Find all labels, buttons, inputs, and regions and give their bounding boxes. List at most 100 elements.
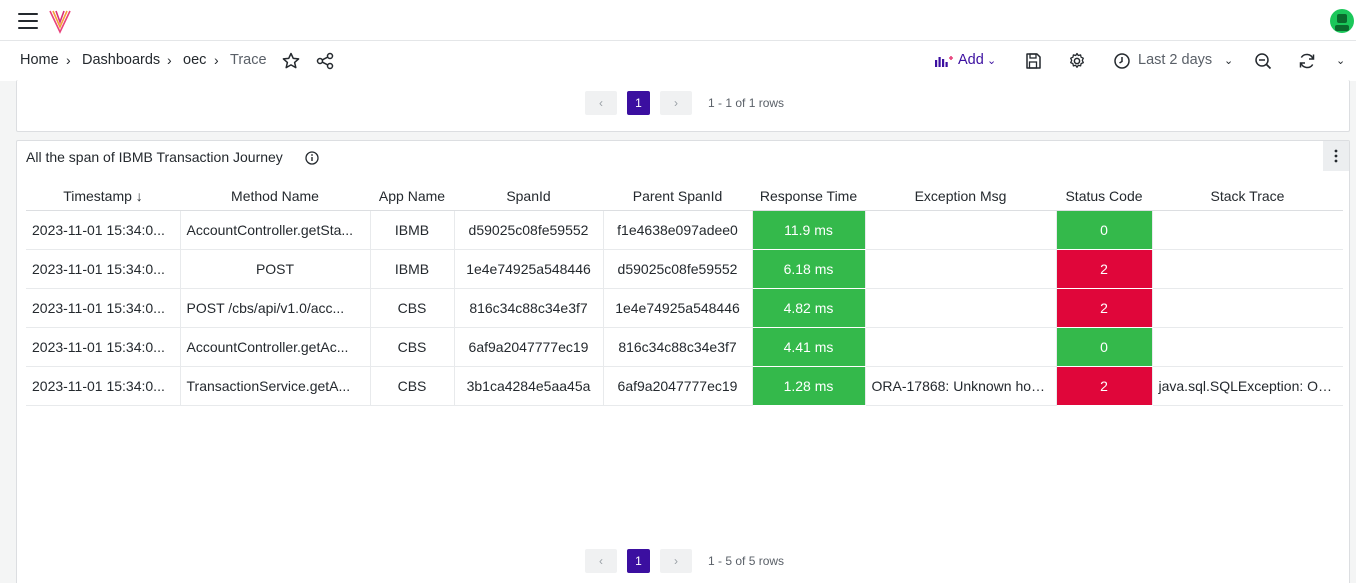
- parent-span-id-cell: 816c34c88c34e3f7: [603, 327, 753, 367]
- method-cell: TransactionService.getA...: [180, 366, 371, 406]
- timestamp-cell: 2023-11-01 15:34:0...: [26, 210, 181, 250]
- sort-arrow-icon: ↓: [135, 187, 143, 204]
- add-button[interactable]: Add: [958, 52, 984, 68]
- gear-icon[interactable]: [1067, 51, 1087, 71]
- trace-table: Timestamp ↓ Method Name App Name SpanId …: [26, 182, 1343, 406]
- status-code-cell: 2: [1056, 366, 1153, 406]
- table-row: 2023-11-01 15:34:0... TransactionService…: [26, 366, 1343, 406]
- logo-icon[interactable]: [48, 8, 72, 34]
- parent-span-id-cell: d59025c08fe59552: [603, 249, 753, 289]
- app-cell: CBS: [370, 366, 455, 406]
- breadcrumb-current: Trace: [230, 52, 267, 68]
- stack-trace-cell: [1152, 210, 1343, 250]
- stack-trace-cell: java.sql.SQLException: OR...: [1152, 366, 1343, 406]
- app-cell: IBMB: [370, 210, 455, 250]
- status-code-cell: 2: [1056, 249, 1153, 289]
- stack-trace-cell: [1152, 288, 1343, 328]
- status-code-cell: 0: [1056, 210, 1153, 250]
- span-id-cell: 3b1ca4284e5aa45a: [454, 366, 604, 406]
- method-cell: POST: [180, 249, 371, 289]
- chevron-right-icon: ›: [214, 52, 219, 68]
- breadcrumb-folder[interactable]: oec: [183, 52, 206, 68]
- status-code-cell: 0: [1056, 327, 1153, 367]
- timestamp-cell: 2023-11-01 15:34:0...: [26, 288, 181, 328]
- span-id-cell: d59025c08fe59552: [454, 210, 604, 250]
- status-code-cell: 2: [1056, 288, 1153, 328]
- rows-info: 1 - 1 of 1 rows: [708, 96, 785, 110]
- pagination: ‹ 1 › 1 - 5 of 5 rows: [585, 549, 784, 573]
- chevron-right-icon: ›: [66, 52, 71, 68]
- menu-icon[interactable]: [18, 13, 38, 29]
- add-panel-icon[interactable]: [933, 51, 953, 71]
- timestamp-cell: 2023-11-01 15:34:0...: [26, 327, 181, 367]
- chevron-right-icon[interactable]: ›: [660, 91, 692, 115]
- time-range-picker[interactable]: Last 2 days: [1138, 52, 1212, 68]
- info-icon[interactable]: [304, 150, 320, 166]
- table-header-row: Timestamp ↓ Method Name App Name SpanId …: [26, 182, 1343, 211]
- column-header[interactable]: Response Time: [752, 182, 865, 211]
- response-time-cell: 4.82 ms: [752, 288, 866, 328]
- response-time-cell: 11.9 ms: [752, 210, 866, 250]
- rows-info: 1 - 5 of 5 rows: [708, 554, 785, 568]
- exception-cell: [865, 249, 1057, 289]
- table-row: 2023-11-01 15:34:0... POST IBMB 1e4e7492…: [26, 249, 1343, 289]
- current-page-button[interactable]: 1: [627, 549, 650, 573]
- app-cell: IBMB: [370, 249, 455, 289]
- zoom-out-icon[interactable]: [1253, 51, 1273, 71]
- timestamp-cell: 2023-11-01 15:34:0...: [26, 249, 181, 289]
- breadcrumb-dashboards[interactable]: Dashboards: [82, 52, 160, 68]
- current-page-button[interactable]: 1: [627, 91, 650, 115]
- save-icon[interactable]: [1023, 51, 1043, 71]
- column-header[interactable]: Parent SpanId: [603, 182, 752, 211]
- user-avatar-icon[interactable]: [1330, 9, 1354, 33]
- method-cell: AccountController.getAc...: [180, 327, 371, 367]
- stack-trace-cell: [1152, 249, 1343, 289]
- timestamp-cell: 2023-11-01 15:34:0...: [26, 366, 181, 406]
- previous-panel: ‹ 1 › 1 - 1 of 1 rows: [16, 80, 1350, 132]
- response-time-cell: 4.41 ms: [752, 327, 866, 367]
- app-cell: CBS: [370, 288, 455, 328]
- span-id-cell: 816c34c88c34e3f7: [454, 288, 604, 328]
- response-time-cell: 1.28 ms: [752, 366, 866, 406]
- chevron-down-icon[interactable]: ⌄: [987, 54, 996, 67]
- exception-cell: ORA-17868: Unknown hos...: [865, 366, 1057, 406]
- chevron-right-icon: ›: [167, 52, 172, 68]
- span-id-cell: 1e4e74925a548446: [454, 249, 604, 289]
- share-icon[interactable]: [315, 51, 335, 71]
- parent-span-id-cell: f1e4638e097adee0: [603, 210, 753, 250]
- parent-span-id-cell: 1e4e74925a548446: [603, 288, 753, 328]
- top-bar: [0, 0, 1356, 41]
- column-header[interactable]: Stack Trace: [1152, 182, 1343, 211]
- trace-table-panel: All the span of IBMB Transaction Journey…: [16, 140, 1350, 583]
- column-header[interactable]: Method Name: [180, 182, 370, 211]
- column-header[interactable]: SpanId: [454, 182, 603, 211]
- chevron-down-icon[interactable]: ⌄: [1336, 54, 1345, 67]
- stack-trace-cell: [1152, 327, 1343, 367]
- method-cell: POST /cbs/api/v1.0/acc...: [180, 288, 371, 328]
- chevron-left-icon[interactable]: ‹: [585, 91, 617, 115]
- kebab-icon[interactable]: [1323, 141, 1349, 171]
- breadcrumb-home[interactable]: Home: [20, 52, 59, 68]
- method-cell: AccountController.getSta...: [180, 210, 371, 250]
- column-header[interactable]: Status Code: [1056, 182, 1152, 211]
- chevron-right-icon[interactable]: ›: [660, 549, 692, 573]
- response-time-cell: 6.18 ms: [752, 249, 866, 289]
- column-header[interactable]: App Name: [370, 182, 454, 211]
- star-icon[interactable]: [281, 51, 301, 71]
- table-row: 2023-11-01 15:34:0... POST /cbs/api/v1.0…: [26, 288, 1343, 328]
- parent-span-id-cell: 6af9a2047777ec19: [603, 366, 753, 406]
- exception-cell: [865, 288, 1057, 328]
- panel-title: All the span of IBMB Transaction Journey: [26, 149, 283, 165]
- chevron-down-icon[interactable]: ⌄: [1224, 54, 1233, 67]
- column-header[interactable]: Timestamp ↓: [26, 182, 180, 211]
- refresh-icon[interactable]: [1297, 51, 1317, 71]
- chevron-left-icon[interactable]: ‹: [585, 549, 617, 573]
- clock-icon[interactable]: [1112, 51, 1132, 71]
- pagination: ‹ 1 › 1 - 1 of 1 rows: [585, 91, 784, 115]
- span-id-cell: 6af9a2047777ec19: [454, 327, 604, 367]
- column-header[interactable]: Exception Msg: [865, 182, 1056, 211]
- exception-cell: [865, 327, 1057, 367]
- dashboard-navbar: Home › Dashboards › oec › Trace Add ⌄ La…: [0, 41, 1356, 81]
- table-row: 2023-11-01 15:34:0... AccountController.…: [26, 327, 1343, 367]
- exception-cell: [865, 210, 1057, 250]
